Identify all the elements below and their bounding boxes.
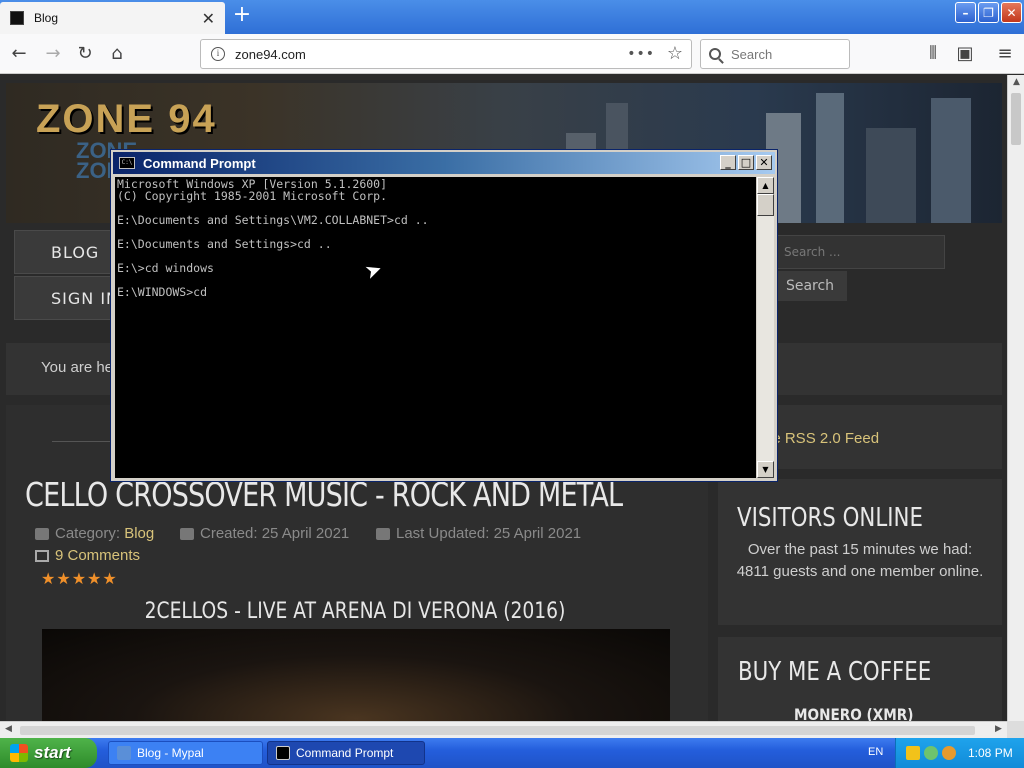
library-icon[interactable]: ⫴	[922, 43, 944, 65]
cmd-scroll-up-icon[interactable]: ▲	[757, 177, 774, 194]
security-shield-icon[interactable]	[906, 746, 920, 760]
windows-logo-icon	[10, 744, 28, 762]
reload-icon[interactable]: ↻	[74, 43, 96, 65]
browser-icon	[117, 746, 131, 760]
cmd-scrollbar[interactable]: ▲ ▼	[757, 177, 774, 478]
command-prompt-window[interactable]: C:\ Command Prompt _ □ ✕ Microsoft Windo…	[110, 149, 778, 482]
cmd-close-button[interactable]: ✕	[756, 155, 772, 170]
site-info-icon[interactable]: i	[211, 47, 225, 61]
search-placeholder: Search	[731, 46, 773, 62]
cmd-console-output[interactable]: Microsoft Windows XP [Version 5.1.2600](…	[115, 177, 756, 478]
scroll-thumb[interactable]	[20, 726, 975, 735]
tab-blog[interactable]: Blog ✕	[0, 2, 225, 34]
menu-signin-button[interactable]: SIGN IN	[14, 276, 124, 320]
cmd-icon	[276, 746, 290, 760]
task-label: Blog - Mypal	[137, 746, 204, 760]
video-player[interactable]	[42, 629, 670, 721]
category-link[interactable]: Blog	[124, 525, 154, 542]
cmd-title-bar[interactable]: C:\ Command Prompt _ □ ✕	[113, 152, 775, 174]
visitors-text: Over the past 15 minutes we had: 4811 gu…	[736, 541, 984, 580]
calendar-icon	[180, 527, 194, 540]
cmd-maximize-button[interactable]: □	[738, 155, 754, 170]
page-vertical-scrollbar[interactable]: ▲	[1007, 75, 1024, 721]
updated-date: Last Updated: 25 April 2021	[396, 525, 582, 542]
rss-feed-link[interactable]: ge RSS 2.0 Feed	[764, 430, 879, 447]
close-window-button[interactable]: ✕	[1001, 2, 1022, 23]
calendar-icon	[376, 527, 390, 540]
close-tab-icon[interactable]: ✕	[202, 9, 215, 28]
sidebar-toggle-icon[interactable]: ▣	[954, 43, 976, 65]
cmd-scroll-down-icon[interactable]: ▼	[757, 461, 774, 478]
search-icon	[709, 48, 721, 60]
scroll-left-icon[interactable]: ◀	[0, 724, 17, 734]
folder-icon	[35, 527, 49, 540]
cmd-window-controls: _ □ ✕	[720, 155, 772, 170]
hamburger-menu-icon[interactable]: ≡	[994, 43, 1016, 65]
cmd-scroll-thumb[interactable]	[757, 194, 774, 216]
minimize-button[interactable]: –	[955, 2, 976, 23]
task-label: Command Prompt	[296, 746, 394, 760]
search-icon[interactable]	[942, 746, 956, 760]
start-button[interactable]: start	[0, 738, 97, 768]
cmd-line: E:\WINDOWS>cd	[117, 285, 208, 299]
cmd-title: Command Prompt	[143, 155, 256, 171]
site-search-button[interactable]: Search	[773, 271, 847, 301]
network-icon[interactable]	[924, 746, 938, 760]
article-category: Category: Blog	[35, 525, 154, 542]
tab-title: Blog	[34, 11, 59, 25]
scroll-up-icon[interactable]: ▲	[1008, 77, 1024, 87]
comment-icon	[35, 549, 49, 562]
cmd-line	[117, 274, 754, 286]
site-search-input[interactable]: Search ...	[773, 235, 945, 269]
home-icon[interactable]: ⌂	[106, 43, 128, 65]
cmd-app-icon[interactable]: C:\	[119, 157, 135, 169]
monero-heading: MONERO (XMR)	[794, 705, 914, 721]
cmd-line: (C) Copyright 1985-2001 Microsoft Corp.	[117, 189, 388, 203]
divider	[52, 441, 112, 442]
back-arrow-icon[interactable]: ←	[8, 43, 30, 65]
clock: 1:08 PM	[968, 746, 1013, 760]
task-command-prompt[interactable]: Command Prompt	[267, 741, 425, 765]
restore-button[interactable]: ❐	[978, 2, 999, 23]
scrollbar-corner	[1007, 721, 1024, 738]
coffee-heading: BUY ME A COFFEE	[738, 657, 932, 687]
page-actions-icon[interactable]: •••	[627, 46, 655, 62]
comments-count: 9 Comments	[55, 547, 141, 564]
url-text: zone94.com	[235, 46, 306, 62]
window-controls: – ❐ ✕	[955, 2, 1022, 23]
cmd-line: E:\>cd windows	[117, 261, 214, 275]
menu-blog-button[interactable]: BLOG	[14, 230, 124, 274]
rating-stars[interactable]: ★★★★★	[41, 569, 118, 588]
new-tab-icon[interactable]: +	[230, 4, 254, 28]
created-date: Created: 25 April 2021	[200, 525, 350, 542]
system-tray: 1:08 PM	[895, 738, 1024, 768]
scroll-thumb[interactable]	[1011, 93, 1021, 145]
site-favicon-icon	[10, 11, 24, 25]
scroll-right-icon[interactable]: ▶	[990, 724, 1007, 734]
page-horizontal-scrollbar[interactable]: ◀ ▶	[0, 721, 1007, 738]
cmd-minimize-button[interactable]: _	[720, 155, 736, 170]
comments-link[interactable]: 9 Comments	[35, 547, 140, 564]
forward-arrow-icon[interactable]: →	[42, 43, 64, 65]
start-label: start	[34, 743, 71, 762]
video-title: 2CELLOS - LIVE AT ARENA DI VERONA (2016)	[144, 599, 566, 624]
article-created: Created: 25 April 2021	[180, 525, 349, 542]
url-bar[interactable]: i zone94.com ••• ☆	[200, 39, 692, 69]
category-label: Category:	[55, 525, 121, 542]
site-logo[interactable]: ZONE 94	[36, 97, 217, 142]
browser-toolbar: ← → ↻ ⌂ i zone94.com ••• ☆ Search ⫴ ▣ ≡	[0, 34, 1024, 74]
visitors-heading: VISITORS ONLINE	[737, 503, 923, 533]
bookmark-star-icon[interactable]: ☆	[667, 43, 683, 64]
browser-tab-bar: Blog ✕ + – ❐ ✕	[0, 0, 1024, 34]
browser-search-box[interactable]: Search	[700, 39, 850, 69]
taskbar: start Blog - Mypal Command Prompt EN 1:0…	[0, 738, 1024, 768]
cmd-line: E:\Documents and Settings\VM2.COLLABNET>…	[117, 213, 429, 227]
article-updated: Last Updated: 25 April 2021	[376, 525, 581, 542]
task-blog[interactable]: Blog - Mypal	[108, 741, 263, 765]
language-indicator[interactable]: EN	[868, 746, 883, 758]
cmd-line: E:\Documents and Settings>cd ..	[117, 237, 332, 251]
